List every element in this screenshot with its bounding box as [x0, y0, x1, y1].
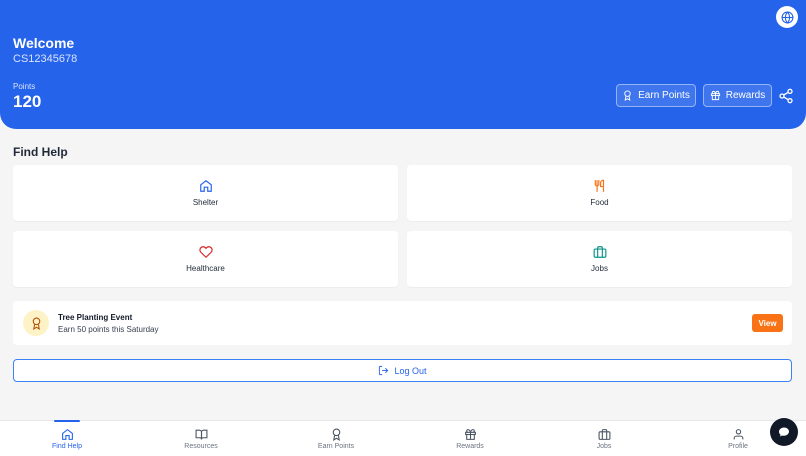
heart-icon	[198, 246, 213, 259]
nav-rewards-label: Rewards	[456, 443, 484, 450]
nav-find-help[interactable]: Find Help	[27, 420, 107, 456]
nav-profile[interactable]: Profile	[698, 421, 778, 456]
gift-icon	[710, 90, 720, 101]
nav-find-help-label: Find Help	[52, 443, 82, 450]
nav-rewards[interactable]: Rewards	[430, 421, 510, 456]
award-icon	[32, 317, 40, 330]
points-label: Points	[13, 82, 36, 91]
gift-icon	[464, 429, 476, 440]
language-button[interactable]	[776, 6, 798, 28]
event-subtitle: Earn 50 points this Saturday	[58, 325, 159, 334]
logout-button[interactable]: Log Out	[13, 359, 792, 382]
award-icon	[624, 90, 631, 101]
event-banner: Tree Planting Event Earn 50 points this …	[13, 301, 792, 345]
globe-icon	[781, 10, 793, 24]
healthcare-card[interactable]: Healthcare	[13, 231, 398, 287]
chat-button[interactable]	[770, 418, 798, 446]
jobs-card[interactable]: Jobs	[407, 231, 792, 287]
nav-jobs[interactable]: Jobs	[564, 421, 644, 456]
jobs-label: Jobs	[591, 264, 608, 273]
share-icon	[779, 88, 793, 104]
nav-resources-label: Resources	[184, 443, 218, 450]
earn-points-label: Earn Points	[638, 90, 690, 101]
home-icon	[199, 180, 212, 192]
user-id: CS12345678	[13, 53, 78, 65]
bottom-nav: Find Help Resources Earn Points Rewards …	[0, 420, 806, 456]
food-card[interactable]: Food	[407, 165, 792, 221]
briefcase-icon	[598, 429, 610, 440]
event-badge	[23, 310, 49, 336]
welcome-title: Welcome	[13, 35, 75, 51]
log-out-icon	[379, 365, 389, 376]
book-icon	[195, 429, 207, 440]
chat-bubble-icon	[779, 427, 789, 437]
logout-label: Log Out	[394, 365, 427, 376]
view-event-button[interactable]: View	[752, 314, 783, 332]
nav-earn-points-label: Earn Points	[317, 443, 355, 450]
header-banner: Welcome CS12345678 Points 120 Earn Point…	[0, 0, 806, 129]
shelter-label: Shelter	[192, 198, 219, 207]
user-icon	[733, 429, 743, 440]
food-label: Food	[590, 198, 609, 207]
rewards-button[interactable]: Rewards	[703, 84, 772, 107]
rewards-label: Rewards	[725, 90, 766, 101]
nav-jobs-label: Jobs	[596, 443, 612, 450]
nav-earn-points[interactable]: Earn Points	[296, 421, 376, 456]
nav-profile-label: Profile	[728, 443, 748, 450]
shelter-card[interactable]: Shelter	[13, 165, 398, 221]
points-value: 120	[13, 92, 42, 111]
find-help-title: Find Help	[13, 145, 68, 159]
award-icon	[332, 428, 340, 441]
share-button[interactable]	[778, 88, 794, 104]
active-indicator	[54, 420, 80, 422]
utensils-icon	[594, 179, 604, 192]
healthcare-label: Healthcare	[186, 264, 225, 273]
event-title: Tree Planting Event	[58, 313, 133, 322]
home-icon	[61, 428, 73, 440]
earn-points-button[interactable]: Earn Points	[616, 84, 696, 107]
nav-resources[interactable]: Resources	[161, 421, 241, 456]
briefcase-icon	[593, 246, 606, 258]
